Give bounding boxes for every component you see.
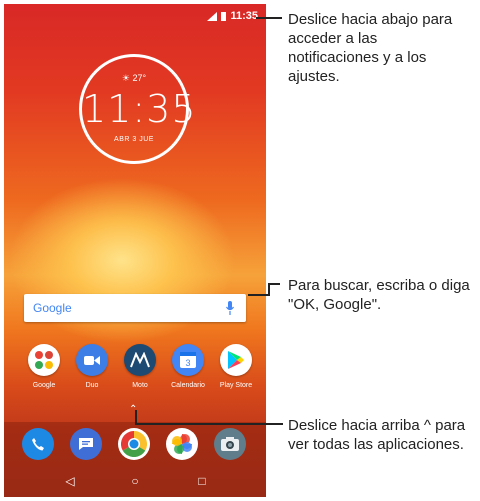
callout-line-bottom-vertical <box>135 410 137 424</box>
clock-date: ABR 3 JUE <box>114 136 154 143</box>
google-search-bar[interactable]: Google <box>24 294 246 322</box>
camera-icon[interactable] <box>214 428 246 460</box>
signal-icon <box>207 11 218 21</box>
app-label: Duo <box>85 382 99 389</box>
app-duo[interactable]: Duo <box>68 344 116 389</box>
battery-icon <box>221 11 227 21</box>
google-folder-icon <box>28 344 60 376</box>
play-store-icon <box>220 344 252 376</box>
dock: ◁ ○ □ <box>4 422 266 497</box>
status-time: 11:35 <box>230 10 258 22</box>
phone-icon[interactable] <box>22 428 54 460</box>
app-label: Moto <box>132 382 148 389</box>
callout-line-top <box>256 17 282 19</box>
status-bar[interactable]: 11:35 <box>4 4 266 28</box>
back-button[interactable]: ◁ <box>60 474 80 488</box>
callout-line-middle <box>248 294 268 296</box>
messages-icon[interactable] <box>70 428 102 460</box>
app-play-store[interactable]: Play Store <box>212 344 260 389</box>
duo-icon <box>76 344 108 376</box>
annotation-bottom: Deslice hacia arriba ^ para ver todas la… <box>288 417 466 453</box>
clock-time: 11:35 <box>82 87 197 131</box>
calendar-icon: 3 <box>172 344 204 376</box>
callout-line-bottom <box>135 423 283 425</box>
photos-icon[interactable] <box>166 428 198 460</box>
callout-line-middle-hook <box>268 283 280 285</box>
google-logo: Google <box>33 301 72 315</box>
app-moto[interactable]: Moto <box>116 344 164 389</box>
app-calendario[interactable]: 3 Calendario <box>164 344 212 389</box>
app-label: Calendario <box>171 382 205 389</box>
home-button[interactable]: ○ <box>125 474 145 488</box>
moto-icon <box>124 344 156 376</box>
svg-text:3: 3 <box>185 358 190 368</box>
annotation-top: Deslice hacia abajo para acceder a las n… <box>288 11 453 85</box>
app-label: Google <box>32 382 56 389</box>
app-label: Play Store <box>219 382 253 389</box>
annotation-middle: Para buscar, escriba o diga "OK, Google"… <box>288 277 470 313</box>
clock-widget[interactable]: ☀ 27° 11:35 ABR 3 JUE <box>79 54 197 164</box>
weather-text: ☀ 27° <box>121 73 147 83</box>
app-google-folder[interactable]: Google <box>20 344 68 389</box>
recents-button[interactable]: □ <box>192 474 212 488</box>
chrome-icon[interactable] <box>118 428 150 460</box>
mic-icon[interactable] <box>226 301 234 315</box>
